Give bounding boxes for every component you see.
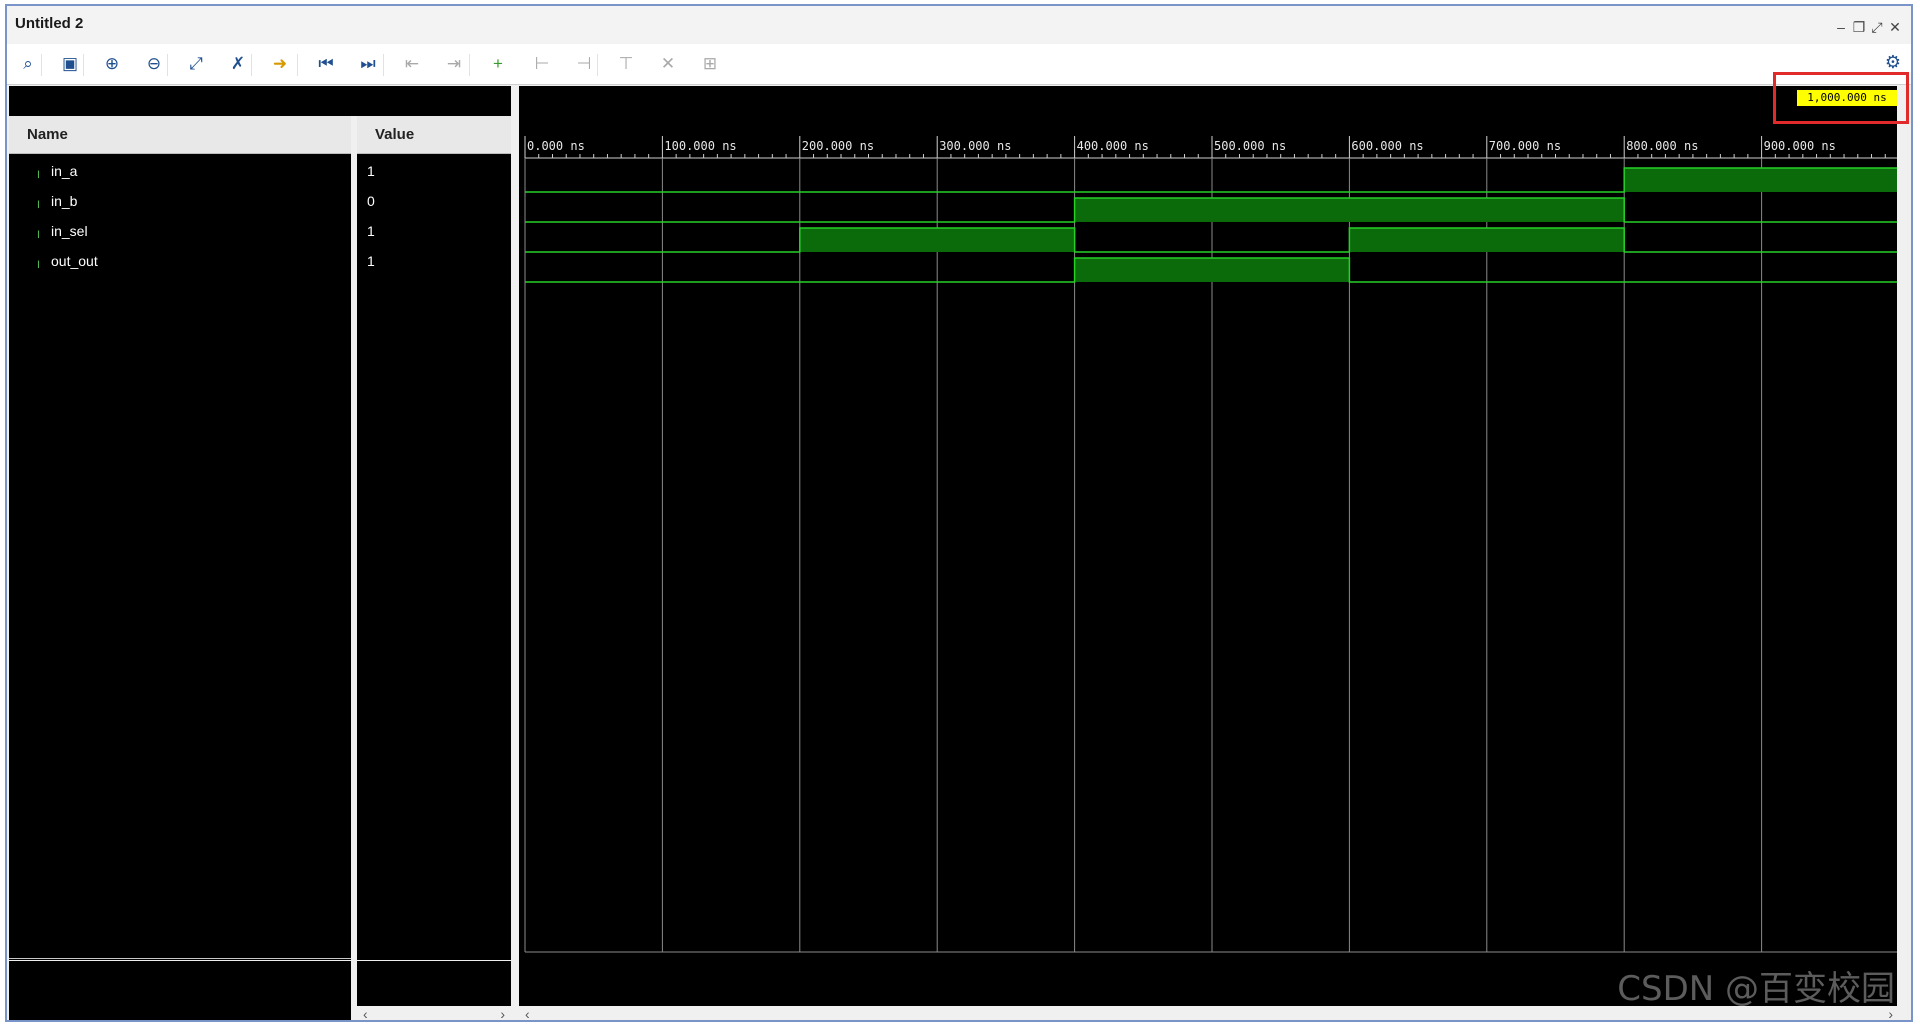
ruler-tick-label: 200.000 ns <box>802 139 874 153</box>
pane-splitter[interactable] <box>511 86 519 1020</box>
watermark: CSDN @百变校园 <box>1617 969 1895 1009</box>
add-marker-icon[interactable]: ➜ <box>267 52 293 76</box>
ruler-tick-label: 300.000 ns <box>939 139 1011 153</box>
signal-name: in_a <box>51 163 78 179</box>
waveform-high-fill <box>1074 258 1350 282</box>
next-transition-icon[interactable]: ⇥ <box>441 52 467 76</box>
cursor-highlight-box <box>1773 72 1909 124</box>
waveform-high-fill <box>1624 168 1897 192</box>
signal-name: out_out <box>51 253 98 269</box>
go-to-cursor-icon[interactable]: ✗ <box>225 52 251 76</box>
waveform-in_sel <box>525 227 1897 253</box>
swap-cursors-icon[interactable]: ⊤ <box>613 52 639 76</box>
signal-name: in_sel <box>51 223 88 239</box>
title-bar: Untitled 2 – ❐ ⤢ ✕ <box>7 6 1911 45</box>
toolbar-separator <box>597 54 598 76</box>
previous-transition-icon[interactable]: ⇤ <box>399 52 425 76</box>
waveform-window: Untitled 2 – ❐ ⤢ ✕ ⚙ ⌕ ▣ ⊕ ⊖ ⤢ ✗ ➜ ⏮ ⏭ ⇤ ⇥ + ⊢ ⊣ ⊤ ✕ ⊞ N… <box>5 4 1913 1022</box>
name-footer <box>9 961 351 1020</box>
signal-row[interactable]: ꞁ in_a <box>37 156 77 186</box>
toolbar-separator <box>41 54 42 76</box>
toolbar-separator <box>251 54 252 76</box>
go-to-time-zero-icon[interactable]: ⏮ <box>313 52 339 76</box>
waveform-high-fill <box>1074 198 1625 222</box>
value-horizontal-scrollbar[interactable]: ‹ › <box>357 1006 511 1020</box>
close-icon[interactable]: ✕ <box>1887 20 1903 34</box>
signal-value: 1 <box>367 223 375 239</box>
signal-type-icon: ꞁ <box>37 228 40 239</box>
signal-name: in_b <box>51 193 78 209</box>
waveform-vertical-scrollbar[interactable] <box>1897 86 1911 1006</box>
ruler-tick-label: 900.000 ns <box>1764 139 1836 153</box>
scroll-left-icon[interactable]: ‹ <box>525 1006 530 1020</box>
toolbar-separator <box>83 54 84 76</box>
signal-row[interactable]: ꞁ in_sel <box>37 216 88 246</box>
next-marker-icon[interactable]: ⊣ <box>571 52 597 76</box>
value-footer <box>357 961 511 1006</box>
ruler-tick-label: 600.000 ns <box>1351 139 1423 153</box>
ruler-tick-label: 800.000 ns <box>1626 139 1698 153</box>
ruler-tick-label: 500.000 ns <box>1214 139 1286 153</box>
window-title: Untitled 2 <box>15 15 84 32</box>
signal-value: 0 <box>367 193 375 209</box>
toolbar: ⚙ ⌕ ▣ ⊕ ⊖ ⤢ ✗ ➜ ⏮ ⏭ ⇤ ⇥ + ⊢ ⊣ ⊤ ✕ ⊞ <box>7 44 1911 85</box>
value-column-header[interactable]: Value <box>357 116 511 154</box>
left-header-spacer <box>9 86 511 116</box>
zoom-out-icon[interactable]: ⊖ <box>141 52 167 76</box>
waveform-canvas[interactable]: 0.000 ns 100.000 ns 200.000 ns 300.000 ns 40… <box>519 86 1897 1006</box>
previous-marker-icon[interactable]: ⊢ <box>529 52 555 76</box>
value-column: Value 1 0 1 1 <box>357 116 511 960</box>
zoom-in-icon[interactable]: ⊕ <box>99 52 125 76</box>
name-column: Name ꞁ in_a ꞁ in_b ꞁ in_sel ꞁ out_out <box>9 116 351 960</box>
toolbar-separator <box>167 54 168 76</box>
toolbar-separator <box>469 54 470 76</box>
waveform-svg: 0.000 ns 100.000 ns 200.000 ns 300.000 ns 40… <box>524 136 1897 953</box>
ruler-tick-label: 100.000 ns <box>664 139 736 153</box>
scroll-right-icon[interactable]: › <box>500 1006 505 1020</box>
ruler-tick-label: 400.000 ns <box>1077 139 1149 153</box>
delete-marker-icon[interactable]: ✕ <box>655 52 681 76</box>
add-marker-plus-icon[interactable]: + <box>485 52 511 76</box>
ruler-tick-label: 700.000 ns <box>1489 139 1561 153</box>
waveform-high-fill <box>1349 228 1625 252</box>
go-to-last-time-icon[interactable]: ⏭ <box>355 52 381 76</box>
save-icon[interactable]: ▣ <box>57 52 83 76</box>
zoom-fit-icon[interactable]: ⤢ <box>183 52 209 76</box>
snap-icon[interactable]: ⊞ <box>697 52 723 76</box>
toolbar-separator <box>297 54 298 76</box>
gear-icon[interactable]: ⚙ <box>1885 52 1901 73</box>
signal-value: 1 <box>367 253 375 269</box>
waveform-high-fill <box>799 228 1075 252</box>
restore-icon[interactable]: ❐ <box>1851 20 1867 34</box>
scroll-left-icon[interactable]: ‹ <box>363 1006 368 1020</box>
maximize-icon[interactable]: ⤢ <box>1869 20 1885 34</box>
ruler-tick-label: 0.000 ns <box>527 139 585 153</box>
signal-value: 1 <box>367 163 375 179</box>
name-column-header[interactable]: Name <box>9 116 351 154</box>
signal-type-icon: ꞁ <box>37 168 40 179</box>
signal-type-icon: ꞁ <box>37 258 40 269</box>
divider <box>9 958 351 959</box>
signal-row[interactable]: ꞁ in_b <box>37 186 77 216</box>
search-icon[interactable]: ⌕ <box>15 52 41 76</box>
signal-type-icon: ꞁ <box>37 198 40 209</box>
minimize-icon[interactable]: – <box>1833 20 1849 34</box>
signal-row[interactable]: ꞁ out_out <box>37 246 98 276</box>
toolbar-separator <box>383 54 384 76</box>
